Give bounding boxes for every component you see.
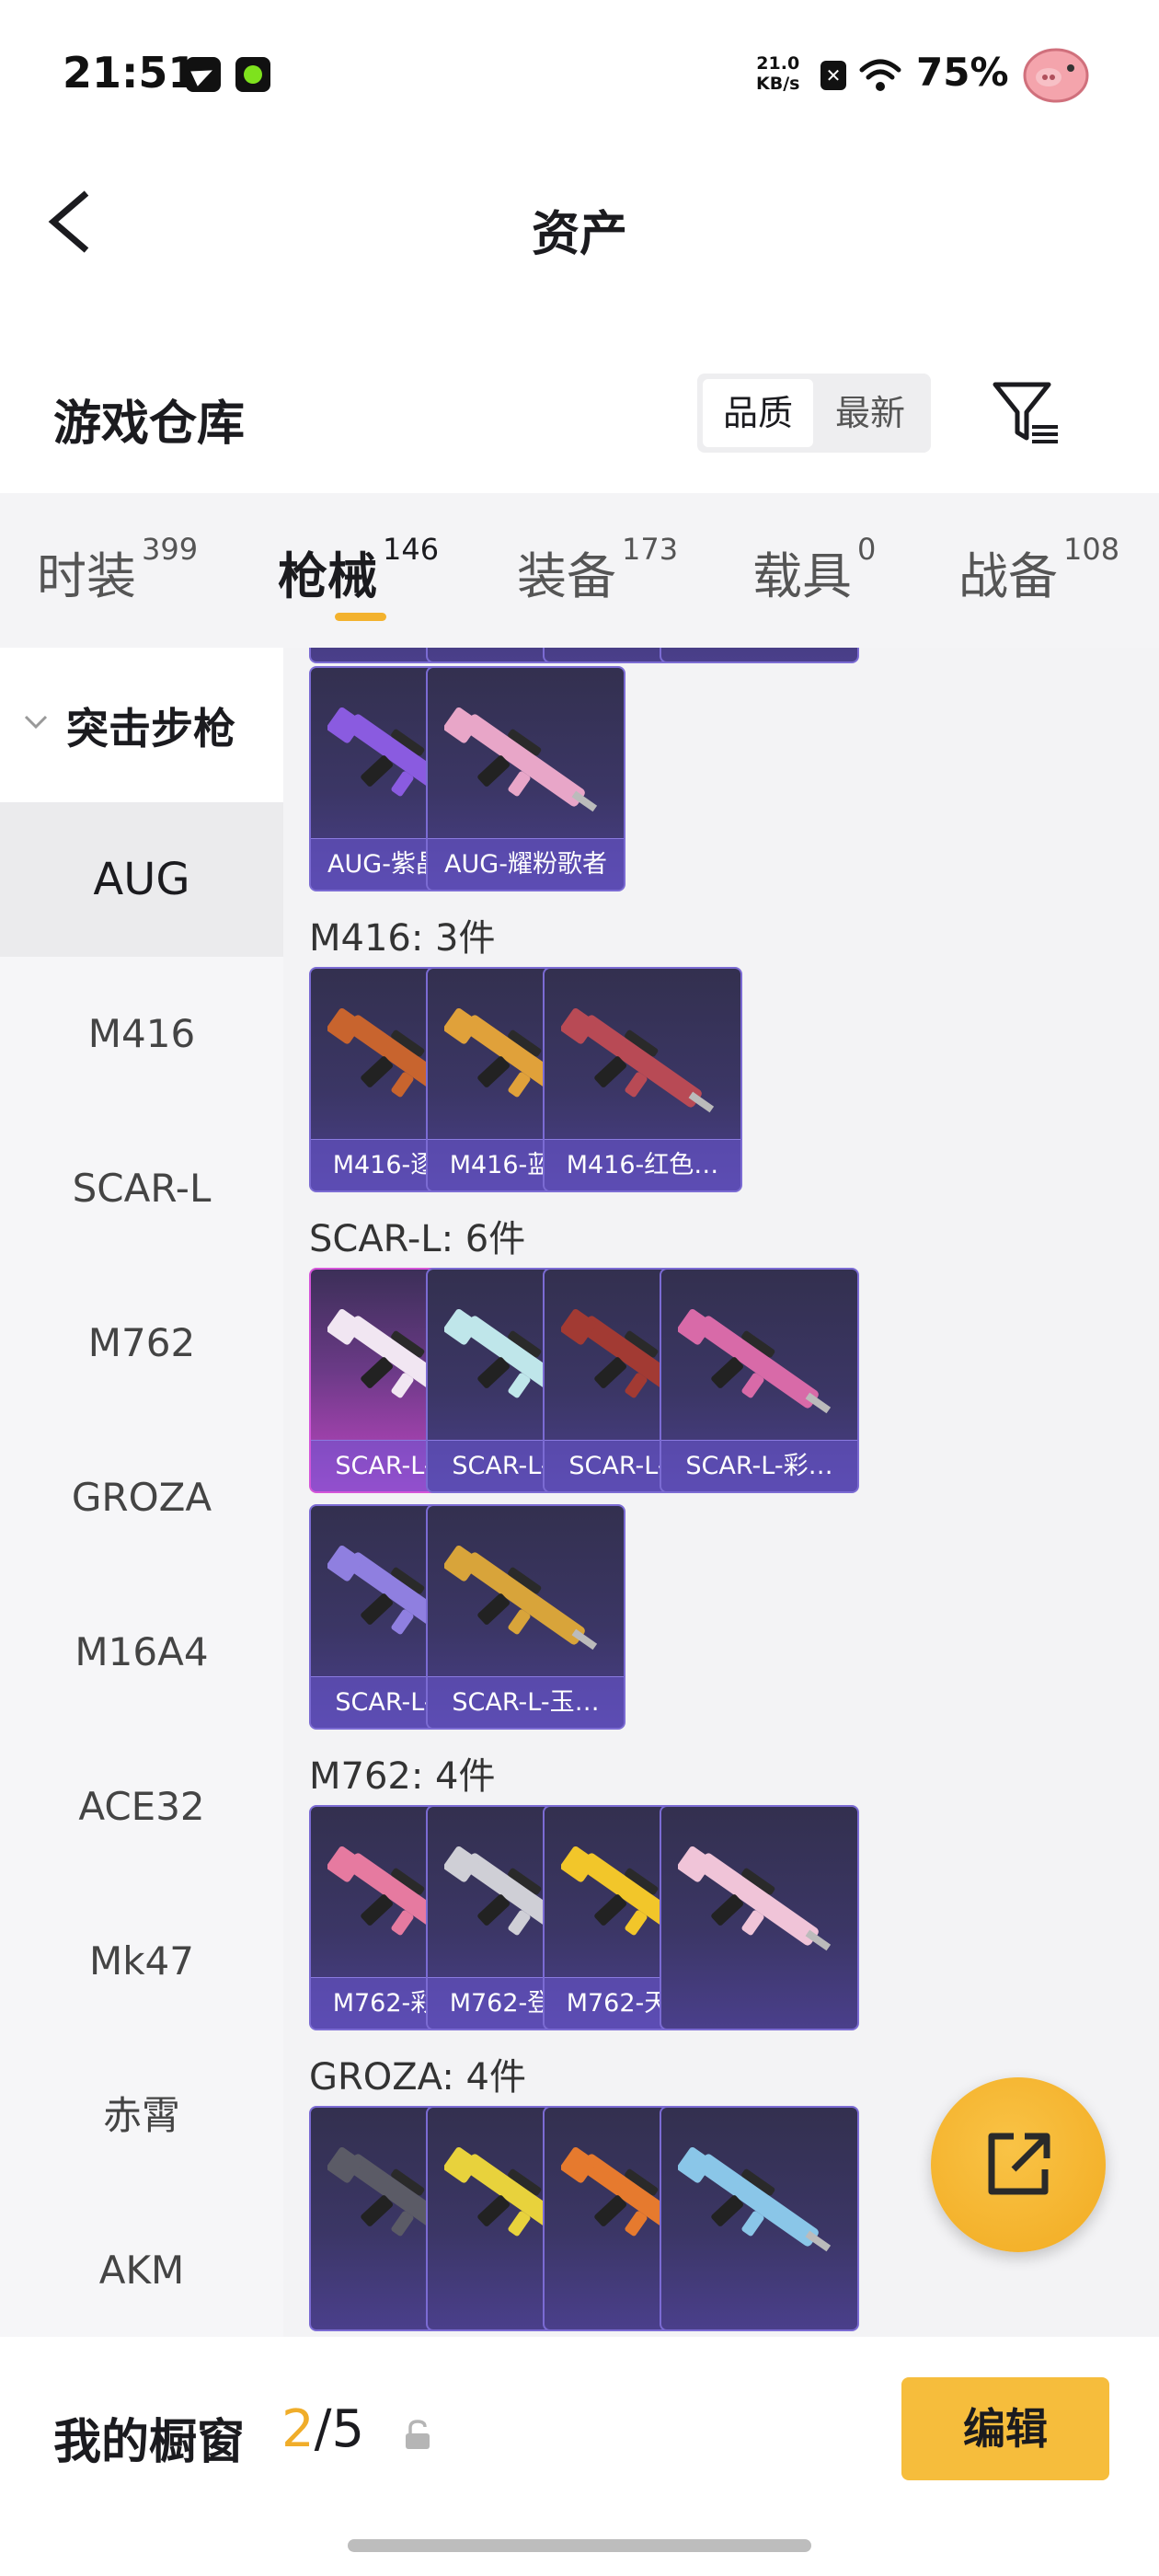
tab-label: 装备 [517,547,616,605]
tab-count: 108 [1063,532,1120,567]
sidebar-item[interactable]: M416 [0,957,283,1111]
tab-label: 载具 [752,547,852,605]
battery-level: 75% [916,50,1009,95]
weapon-card[interactable]: SCAR-L-彩… [660,1268,859,1493]
net-speed-unit: KB/s [756,74,800,94]
edit-button[interactable]: 编辑 [901,2377,1109,2480]
tab-vehicles[interactable]: 载具 0 [752,532,877,609]
filter-icon[interactable] [990,377,1061,451]
sidebar-group-label: 突击步枪 [66,704,235,753]
tab-label: 枪械 [278,547,377,605]
weapon-card-label: SCAR-L-彩… [661,1440,857,1491]
showcase-count: 2/5 [281,2399,364,2459]
gun-skin-image [677,1297,844,1435]
tab-supplies[interactable]: 战备 108 [958,532,1120,609]
share-button[interactable] [931,2077,1106,2252]
showcase-separator: / [314,2399,332,2459]
tab-count: 173 [622,532,679,567]
weapon-card-label: AUG-耀粉歌者 [428,838,624,890]
weapon-card[interactable] [660,2106,859,2331]
chevron-down-icon [24,715,48,730]
gun-skin-image [560,996,728,1134]
lock-icon [406,2420,430,2449]
sidebar-item[interactable]: ACE32 [0,1730,283,1884]
tab-label: 时装 [37,547,136,605]
showcase-bar: 我的橱窗 2/5 编辑 [0,2337,1159,2576]
home-indicator [348,2539,811,2552]
weapon-card[interactable]: M416-红色… [543,967,742,1192]
pig-avatar-icon [1023,48,1089,103]
gun-skin-image [677,1834,844,1972]
weapon-group-title: GROZA: 4件 [309,2056,526,2099]
tab-count: 0 [857,532,877,567]
weapon-card-partial[interactable] [660,648,859,663]
sidebar-item[interactable]: M16A4 [0,1575,283,1730]
active-tab-indicator [335,613,386,621]
weapon-card[interactable]: SCAR-L-玉… [426,1504,625,1730]
sidebar-item[interactable]: AKM [0,2193,283,2337]
weapon-card[interactable]: AUG-耀粉歌者 [426,666,625,891]
tab-firearms[interactable]: 枪械 146 [278,532,440,609]
sim-off-icon: ✕ [820,61,846,90]
showcase-current: 2 [281,2399,315,2459]
net-speed: 21.0 KB/s [756,53,799,94]
weapon-card-label: M416-红色… [545,1139,740,1190]
telegram-icon [186,57,221,92]
sidebar-item[interactable]: Mk47 [0,1884,283,2039]
app-green-icon [235,57,270,92]
tab-label: 战备 [958,547,1058,605]
sidebar-item[interactable]: AUG [0,802,283,957]
tab-count: 399 [142,532,199,567]
showcase-label: 我的橱窗 [53,2415,246,2470]
page-title: 资产 [531,207,627,262]
weapon-sidebar: 突击步枪 AUG M416 SCAR-L M762 GROZA M16A4 ACE32 Mk4… [0,648,283,2337]
sidebar-item[interactable]: SCAR-L [0,1111,283,1266]
net-speed-value: 21.0 [756,53,800,74]
gun-skin-image [677,2135,844,2273]
weapon-group-title: M762: 4件 [309,1755,496,1798]
sidebar-group-assault-rifles[interactable]: 突击步枪 [0,648,283,802]
sort-by-quality[interactable]: 品质 [703,379,813,447]
weapon-group-title: M416: 3件 [309,917,496,960]
sidebar-item[interactable]: M762 [0,1266,283,1420]
tab-count: 146 [383,532,440,567]
sort-toggle: 品质 最新 [697,374,931,453]
section-title: 游戏仓库 [53,397,246,452]
status-time: 21:51 [63,48,198,98]
tab-equipment[interactable]: 装备 173 [517,532,679,609]
sidebar-item[interactable]: GROZA [0,1420,283,1575]
showcase-total: 5 [331,2399,365,2459]
share-icon [988,2133,1050,2195]
gun-skin-image [443,1534,611,1672]
weapon-group-title: SCAR-L: 6件 [309,1218,526,1260]
wifi-icon [859,59,901,91]
weapon-card-label: SCAR-L-玉… [428,1676,624,1728]
tab-fashion[interactable]: 时装 399 [37,532,199,609]
category-tabs: 时装 399 枪械 146 装备 173 载具 0 战备 108 [0,493,1159,648]
sort-by-newest[interactable]: 最新 [815,379,925,447]
sidebar-item[interactable]: 赤霄 [0,2039,283,2193]
status-bar: 21:51 21.0 KB/s ✕ 75% [0,0,1159,147]
weapon-card[interactable] [660,1805,859,2030]
gun-skin-image [443,696,611,834]
